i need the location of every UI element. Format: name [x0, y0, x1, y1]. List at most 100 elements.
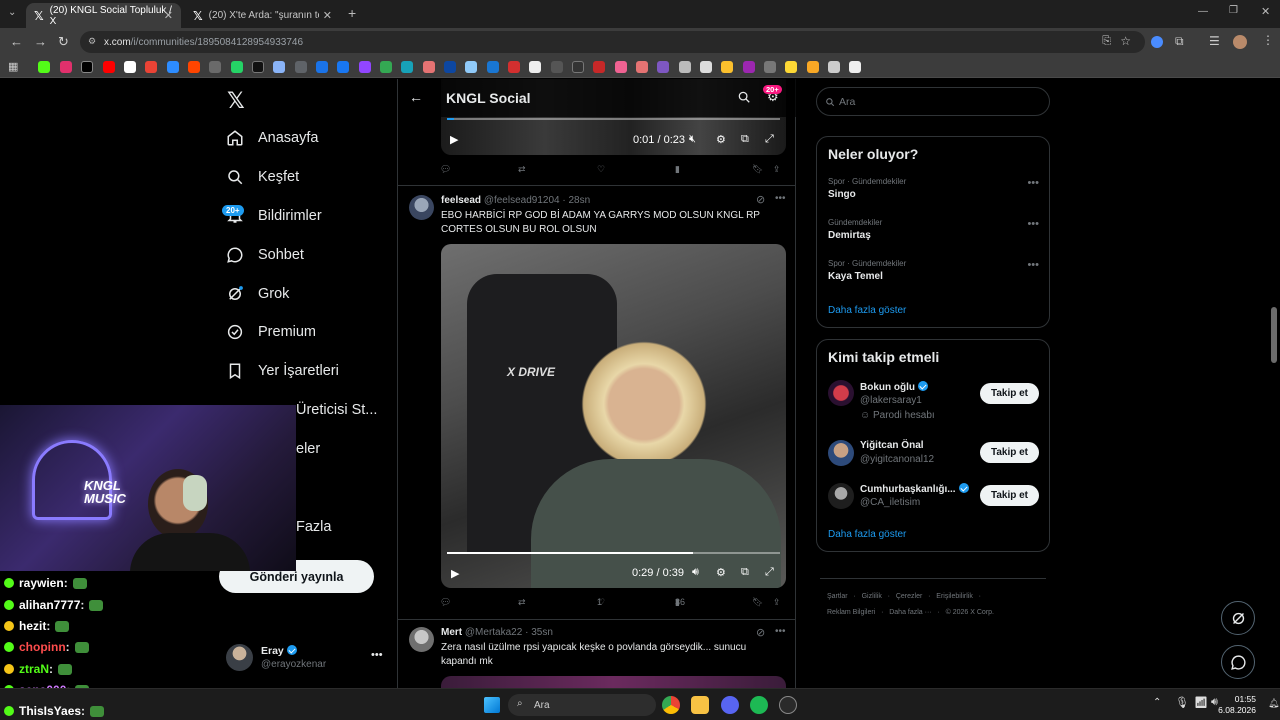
bookmark-icon-33[interactable]	[721, 61, 733, 73]
bookmark-icon-13[interactable]	[295, 61, 307, 73]
bookmark-icon-18[interactable]	[401, 61, 413, 73]
bookmark-icon-19[interactable]	[423, 61, 435, 73]
bookmark-icon-24[interactable]	[529, 61, 541, 73]
volume-icon[interactable]: 🔊︎	[692, 566, 699, 579]
bookmark-icon-35[interactable]	[764, 61, 776, 73]
suggested-user-name[interactable]: Cumhurbaşkanlığı...	[860, 483, 969, 495]
bookmark-gmail-icon[interactable]	[145, 61, 157, 73]
file-explorer-icon[interactable]	[691, 696, 709, 714]
bookmark-instagram-icon[interactable]	[60, 61, 72, 73]
grok-floating-button[interactable]	[1221, 601, 1255, 635]
reading-list-icon[interactable]: ☰	[1209, 34, 1220, 48]
browser-menu-icon[interactable]: ⋮	[1262, 33, 1274, 47]
bookmark-icon-12[interactable]	[273, 61, 285, 73]
tab-arda-post[interactable]: 𝕏 (20) X'te Arda: "şuranın tepesin ✕	[185, 3, 340, 28]
install-app-icon[interactable]: ⎘	[1102, 35, 1111, 48]
bookmark-icon-34[interactable]	[743, 61, 755, 73]
bookmark-icon-25[interactable]	[551, 61, 563, 73]
discord-icon[interactable]	[721, 696, 739, 714]
bookmark-twitch-icon[interactable]	[359, 61, 371, 73]
reload-icon[interactable]: ↻	[58, 34, 69, 50]
grok-icon[interactable]: ⊘	[756, 626, 765, 639]
reply-icon[interactable]: 💬︎	[440, 164, 451, 175]
bookmark-icon-30[interactable]	[657, 61, 669, 73]
bookmark-icon-39[interactable]	[849, 61, 861, 73]
nav-home[interactable]: Anasayfa	[226, 123, 318, 153]
more-options-icon[interactable]: •••	[1027, 259, 1039, 271]
nav-grok[interactable]: Grok	[226, 279, 289, 309]
bookmark-icon-7[interactable]	[167, 61, 179, 73]
bookmark-star-icon[interactable]: ☆	[1120, 34, 1131, 48]
bookmark-facebook-icon[interactable]	[337, 61, 349, 73]
bookmark-icon-38[interactable]	[828, 61, 840, 73]
video-settings-icon[interactable]: ⚙	[716, 566, 726, 579]
nav-more[interactable]: Fazla	[296, 512, 331, 542]
notification-bell-icon[interactable]: 🔔︎	[1268, 698, 1279, 709]
bookmark-icon-20[interactable]	[444, 61, 456, 73]
retweet-icon[interactable]: ⇄	[518, 597, 526, 608]
bookmark-x-icon[interactable]	[81, 61, 93, 73]
new-tab-icon[interactable]: +	[348, 5, 356, 21]
bookmark-icon[interactable]: 🔖︎	[752, 164, 763, 175]
avatar[interactable]	[409, 627, 434, 652]
back-arrow-icon[interactable]: ←	[409, 89, 423, 105]
more-options-icon[interactable]: •••	[775, 193, 786, 204]
tweet-author-name[interactable]: feelsead	[441, 195, 481, 206]
taskbar-clock[interactable]: 01:55 6.08.2026	[1218, 694, 1256, 716]
apps-grid-icon[interactable]: ▦	[8, 60, 18, 73]
windows-start-icon[interactable]	[484, 697, 500, 713]
page-scrollbar[interactable]	[1271, 307, 1277, 363]
tweet-author-name[interactable]: Mert	[441, 627, 462, 638]
trend-item[interactable]: Gündemdekiler Demirtaş •••	[817, 218, 1049, 254]
suggested-user-name[interactable]: Bokun oğlu	[860, 381, 928, 393]
video-progress-bar[interactable]	[447, 552, 780, 554]
restore-window-icon[interactable]: ❐	[1229, 5, 1238, 16]
nav-explore[interactable]: Keşfet	[226, 162, 299, 192]
bookmark-icon-22[interactable]	[487, 61, 499, 73]
account-switcher[interactable]: Eray @erayozkenar •••	[226, 642, 386, 674]
follow-button[interactable]: Takip et	[980, 485, 1039, 506]
more-options-icon[interactable]: •••	[1027, 177, 1039, 189]
close-window-icon[interactable]: ✕	[1261, 5, 1270, 18]
extensions-puzzle-icon[interactable]: ⧉	[1175, 34, 1184, 49]
avatar[interactable]	[828, 483, 854, 509]
fullscreen-icon[interactable]: ⤢	[765, 566, 774, 579]
tray-chevron-icon[interactable]: ⌃	[1153, 697, 1161, 708]
pip-icon[interactable]: ⧉	[741, 566, 749, 579]
bookmark-icon-31[interactable]	[679, 61, 691, 73]
bookmark-icon-32[interactable]	[700, 61, 712, 73]
tweet-author-handle[interactable]: @feelsead91204	[484, 195, 560, 206]
footer-links[interactable]: Şartlar · Gizlilik · Çerezler · Erişileb…	[827, 593, 981, 600]
steam-icon[interactable]	[779, 696, 797, 714]
more-options-icon[interactable]: •••	[775, 626, 786, 637]
tab-list-chevron-icon[interactable]: ⌄	[8, 7, 16, 18]
share-icon[interactable]: ⇪	[773, 164, 781, 175]
fullscreen-icon[interactable]: ⤢	[765, 133, 774, 146]
share-icon[interactable]: ⇪	[773, 597, 781, 608]
nav-partial-2[interactable]: eler	[296, 434, 320, 464]
views-icon[interactable]: ▮	[675, 164, 680, 175]
mute-icon[interactable]: 🔇︎	[689, 133, 696, 146]
bookmark-icon-28[interactable]	[615, 61, 627, 73]
like-icon[interactable]: ♡	[597, 164, 605, 175]
url-field[interactable]: ⚙ x.com/i/communities/189508412895493374…	[80, 31, 1145, 53]
forward-arrow-icon[interactable]: →	[34, 34, 47, 49]
microphone-icon[interactable]: 🎙︎	[1175, 696, 1189, 709]
tweet-author-handle[interactable]: @Mertaka22	[465, 627, 522, 638]
pip-icon[interactable]: ⧉	[741, 133, 749, 146]
nav-creator-studio[interactable]: Üreticisi St...	[296, 395, 377, 425]
taskbar-search[interactable]: ⌕ Ara	[508, 694, 656, 716]
minimize-window-icon[interactable]: —	[1198, 6, 1208, 17]
nav-chat[interactable]: Sohbet	[226, 240, 304, 270]
like-button[interactable]: ♡ 1	[597, 597, 605, 607]
video-player-2[interactable]: X DRIVE ▶ 0:29 / 0:39 🔊︎ ⚙ ⧉ ⤢	[441, 244, 786, 588]
follow-button[interactable]: Takip et	[980, 383, 1039, 404]
trend-item[interactable]: Spor · Gündemdekiler Kaya Temel •••	[817, 259, 1049, 295]
tweet-time[interactable]: 28sn	[568, 195, 590, 206]
views-button[interactable]: ▮ 36	[675, 597, 685, 607]
footer-links-2[interactable]: Reklam Bilgileri · Daha fazla ··· · © 20…	[827, 609, 994, 616]
video-progress-bar[interactable]	[447, 118, 780, 120]
avatar[interactable]	[409, 195, 434, 220]
x-logo-icon[interactable]: 𝕏	[227, 88, 245, 114]
bookmark-icon-17[interactable]	[380, 61, 392, 73]
